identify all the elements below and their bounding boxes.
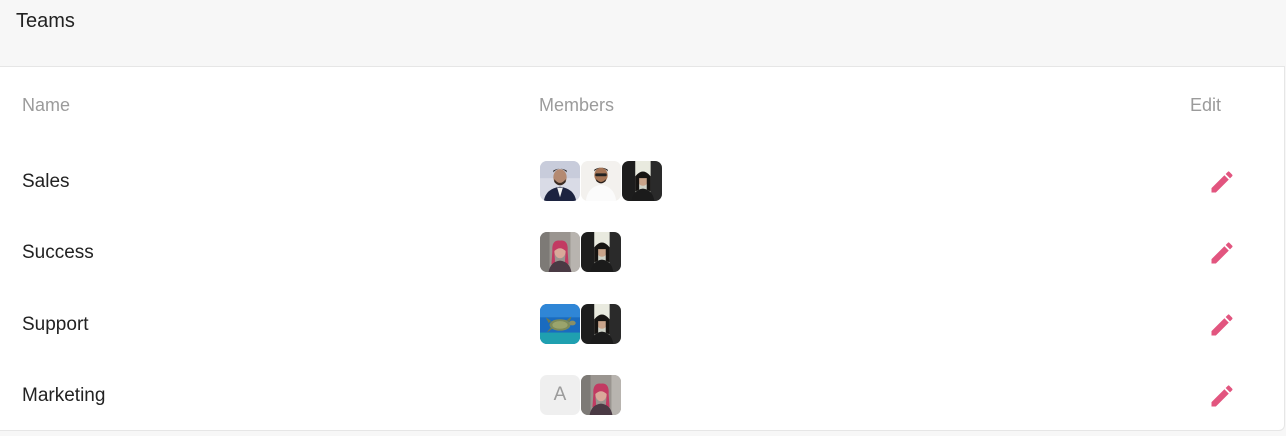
- teams-table: Name Members Edit Sales Success Support …: [0, 66, 1285, 431]
- pencil-icon: [1211, 314, 1233, 336]
- member-avatars: A: [539, 374, 622, 416]
- avatar[interactable]: [580, 160, 622, 202]
- avatar[interactable]: [580, 374, 622, 416]
- avatar[interactable]: [539, 231, 581, 273]
- avatar[interactable]: [580, 303, 622, 345]
- column-header-edit: Edit: [1190, 95, 1222, 115]
- edit-button[interactable]: [1206, 166, 1238, 198]
- edit-button[interactable]: [1206, 309, 1238, 341]
- column-header-name: Name: [22, 95, 71, 115]
- table-row[interactable]: Success: [0, 231, 1284, 275]
- team-name: Marketing: [22, 385, 106, 406]
- member-avatars: [539, 303, 622, 345]
- member-avatars: [539, 160, 663, 202]
- avatar-initial[interactable]: A: [539, 374, 581, 416]
- column-header-members: Members: [539, 95, 615, 115]
- table-row[interactable]: Support: [0, 303, 1284, 347]
- table-header: Name Members Edit: [0, 95, 1284, 119]
- pencil-icon: [1211, 242, 1233, 264]
- team-name: Support: [22, 314, 89, 335]
- team-name: Success: [22, 242, 94, 263]
- avatar[interactable]: [539, 303, 581, 345]
- table-row[interactable]: Marketing A: [0, 374, 1284, 418]
- page-title: Teams: [16, 10, 75, 32]
- page-header: Teams: [0, 0, 1286, 66]
- pencil-icon: [1211, 171, 1233, 193]
- member-avatars: [539, 231, 622, 273]
- edit-button[interactable]: [1206, 237, 1238, 269]
- team-name: Sales: [22, 171, 70, 192]
- pencil-icon: [1211, 385, 1233, 407]
- table-row[interactable]: Sales: [0, 160, 1284, 204]
- avatar[interactable]: [580, 231, 622, 273]
- avatar[interactable]: [621, 160, 663, 202]
- edit-button[interactable]: [1206, 380, 1238, 412]
- avatar[interactable]: [539, 160, 581, 202]
